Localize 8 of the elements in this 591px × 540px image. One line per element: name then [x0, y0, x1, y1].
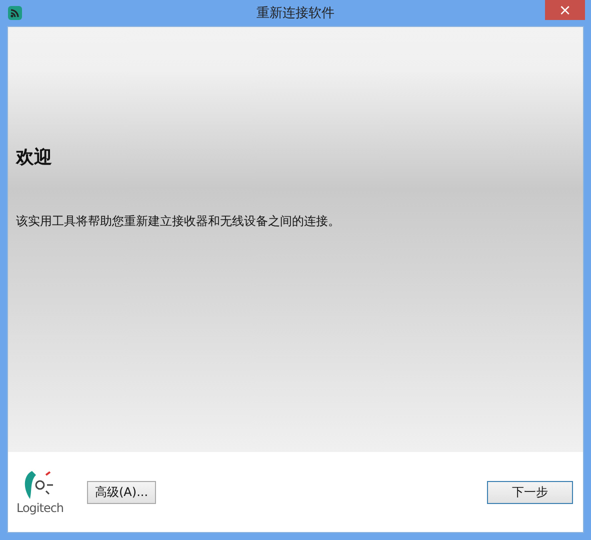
next-button[interactable]: 下一步 — [487, 480, 573, 504]
window-title: 重新连接软件 — [256, 5, 334, 22]
advanced-button[interactable]: 高级(A)... — [87, 480, 156, 504]
heading: 欢迎 — [16, 146, 52, 169]
close-button[interactable]: × — [545, 0, 585, 20]
logo-text: Logitech — [16, 501, 64, 515]
description-text: 该实用工具将帮助您重新建立接收器和无线设备之间的连接。 — [16, 213, 340, 230]
app-icon — [7, 5, 23, 21]
